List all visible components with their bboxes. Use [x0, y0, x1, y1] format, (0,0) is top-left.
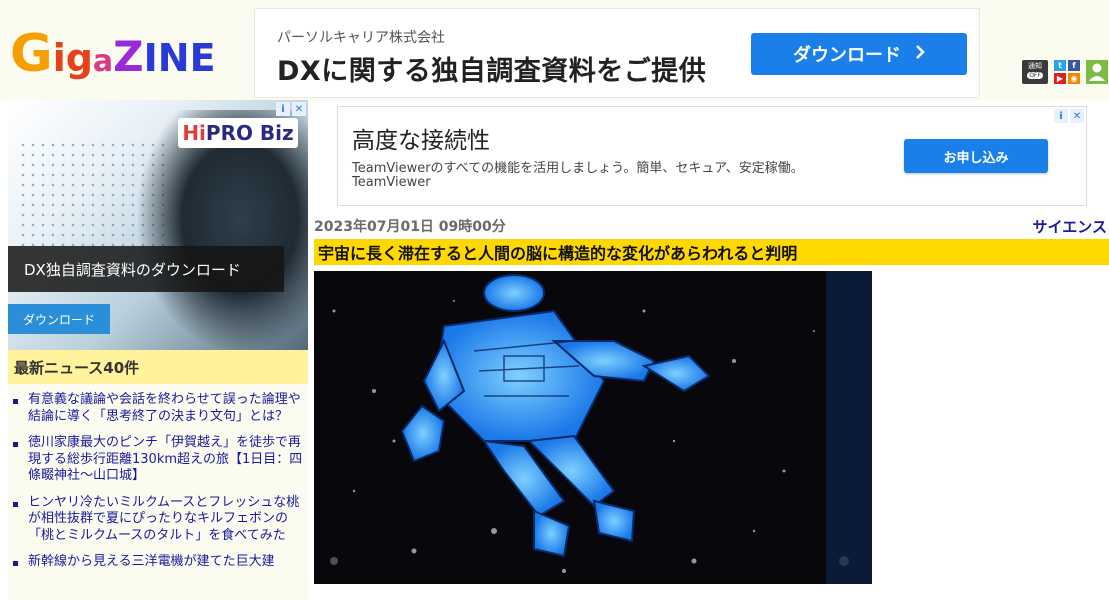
ad-info-icon[interactable]: i — [276, 102, 290, 116]
hipro-logo-rest: PRO Biz — [205, 121, 294, 145]
chevron-right-icon — [915, 44, 925, 65]
ad-title: 高度な接続性 — [352, 128, 490, 154]
youtube-icon[interactable]: ▶ — [1054, 73, 1066, 84]
facebook-icon[interactable]: f — [1068, 60, 1080, 71]
user-icon[interactable] — [1086, 60, 1108, 84]
article-title[interactable]: 宇宙に長く滞在すると人間の脳に構造的な変化があらわれると判明 — [314, 239, 1109, 265]
hipro-logo: Hi PRO Biz — [178, 118, 298, 148]
ad-close-icon[interactable]: ✕ — [292, 102, 306, 116]
ad-caption: DX独自調査資料のダウンロード — [8, 246, 284, 292]
logo-letter: G — [10, 24, 53, 84]
twitter-icon[interactable]: t — [1054, 60, 1066, 71]
list-item[interactable]: 新幹線から見える三洋電機が建てた巨大建 — [8, 554, 308, 571]
ad-choices: i ✕ — [276, 102, 306, 116]
list-item[interactable]: 有意義な議論や会話を終わらせて誤った論理や結論に導く「思考終了の決まり文句」とは… — [8, 392, 308, 425]
logo-letter: i — [52, 36, 66, 80]
ad-brand: TeamViewer — [352, 175, 431, 190]
logo-letter: a — [92, 44, 114, 79]
apply-button[interactable]: お申し込み — [904, 139, 1048, 173]
latest-news-heading: 最新ニュース40件 — [8, 350, 308, 384]
top-banner-ad[interactable]: パーソルキャリア株式会社 DXに関する独自調査資料をご提供 ダウンロード — [254, 8, 980, 98]
notify-state: OFF — [1027, 72, 1043, 79]
ad-download-label: ダウンロード — [793, 45, 901, 66]
article-hero-image[interactable] — [314, 271, 872, 584]
latest-news-list: 有意義な議論や会話を終わらせて誤った論理や結論に導く「思考終了の決まり文句」とは… — [8, 392, 308, 581]
article-date: 2023年07月01日 09時00分 — [314, 219, 506, 235]
left-sidebar-ad[interactable]: Hi PRO Biz i ✕ DX独自調査資料のダウンロード ダウンロード — [8, 100, 308, 350]
notification-toggle[interactable]: 通知 OFF — [1022, 60, 1048, 84]
logo-letter: I — [143, 36, 158, 80]
social-icons: t f ▶ ◉ — [1054, 60, 1082, 84]
article-category-link[interactable]: サイエンス — [1032, 216, 1107, 237]
logo-letter: g — [65, 36, 93, 80]
ad-download-button[interactable]: ダウンロード — [751, 33, 967, 75]
list-item[interactable]: 徳川家康最大のピンチ「伊賀越え」を徒歩で再現する総歩行距離130km超えの旅【1… — [8, 435, 308, 485]
ad-download-button[interactable]: ダウンロード — [8, 304, 110, 334]
left-sidebar: Hi PRO Biz i ✕ DX独自調査資料のダウンロード ダウンロード 最新ニ… — [8, 100, 308, 600]
rss-icon[interactable]: ◉ — [1068, 73, 1080, 84]
ad-info-icon[interactable]: i — [1054, 109, 1068, 123]
hipro-logo-hi: Hi — [182, 121, 206, 145]
logo-letter: Z — [113, 32, 144, 81]
astronaut-illustration — [314, 271, 872, 584]
ad-choices: i ✕ — [1054, 109, 1084, 123]
ad-close-icon[interactable]: ✕ — [1070, 109, 1084, 123]
logo-letter: N — [157, 36, 190, 80]
list-item[interactable]: ヒンヤリ冷たいミルクムースとフレッシュな桃が相性抜群で夏にぴったりなキルフェボン… — [8, 495, 308, 545]
ad-description: TeamViewerのすべての機能を活用しましょう。簡単、セキュア、安定稼働。 — [352, 161, 804, 176]
notify-label: 通知 — [1028, 62, 1042, 70]
header-icons: 通知 OFF t f ▶ ◉ — [1022, 60, 1108, 86]
site-header: GigaZINE i ✕ パーソルキャリア株式会社 DXに関する独自調査資料をご… — [0, 0, 1109, 100]
ad-company: パーソルキャリア株式会社 — [277, 30, 445, 46]
logo-letter: E — [189, 36, 216, 80]
ad-headline: DXに関する独自調査資料をご提供 — [277, 56, 707, 87]
main-ad[interactable]: 高度な接続性 TeamViewerのすべての機能を活用しましょう。簡単、セキュア… — [337, 106, 1087, 206]
gigazine-logo[interactable]: GigaZINE — [10, 28, 220, 84]
